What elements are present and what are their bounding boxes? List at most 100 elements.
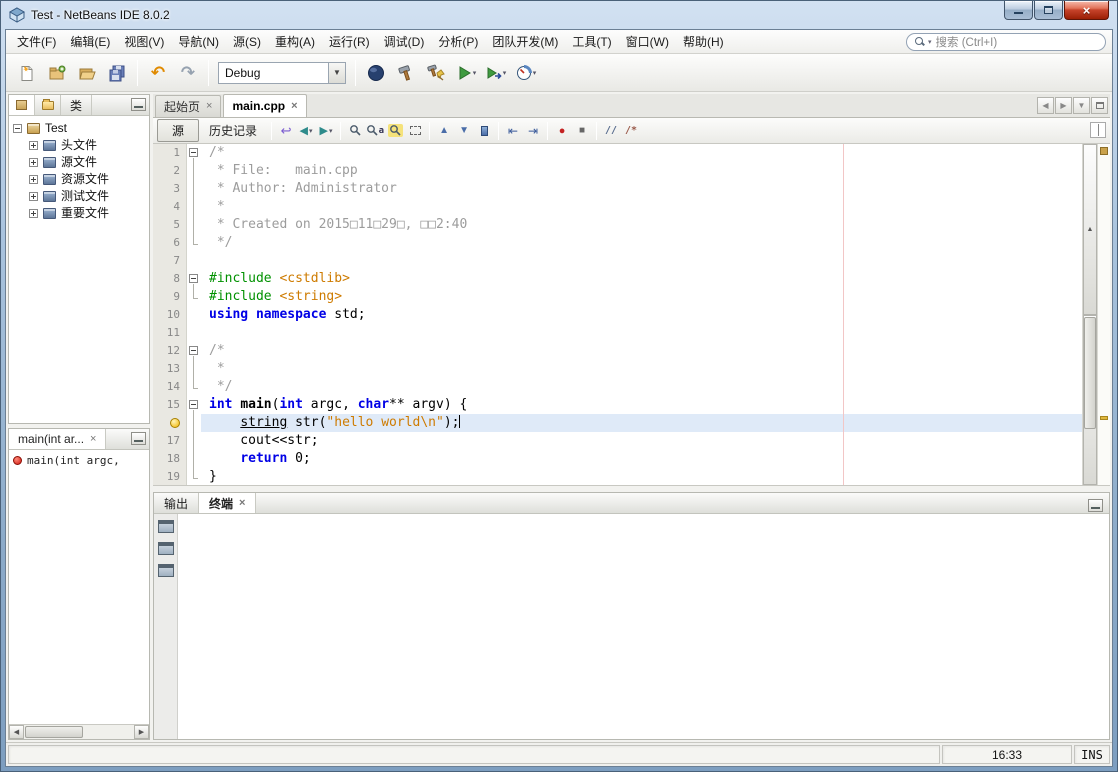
minimize-panel-button[interactable]: [131, 432, 146, 445]
tree-item[interactable]: 资源文件: [11, 171, 149, 188]
tree-item[interactable]: 测试文件: [11, 188, 149, 205]
chevron-down-icon[interactable]: ▾: [473, 69, 477, 77]
debug-project-button[interactable]: ▾: [482, 59, 510, 87]
split-editor-button[interactable]: [1090, 122, 1106, 138]
menu-item[interactable]: 窗口(W): [619, 30, 676, 53]
code-line[interactable]: 5 * Created on 2015□11□29□, □□2:40: [153, 216, 1082, 234]
shift-right-icon[interactable]: ⇥: [523, 121, 543, 141]
navigator-hscrollbar[interactable]: ◀ ▶: [9, 724, 149, 739]
clean-build-button[interactable]: [422, 59, 450, 87]
code-line[interactable]: 13 *: [153, 360, 1082, 378]
window-titlebar[interactable]: Test - NetBeans IDE 8.0.2 ×: [1, 1, 1117, 29]
close-icon[interactable]: ×: [90, 434, 96, 445]
remote-terminal-icon[interactable]: [158, 542, 174, 555]
code-line[interactable]: 2 * File: main.cpp: [153, 162, 1082, 180]
menu-item[interactable]: 视图(V): [117, 30, 171, 53]
close-icon[interactable]: ×: [291, 101, 297, 112]
code-text[interactable]: using namespace std;: [201, 306, 1082, 324]
tab-terminal[interactable]: 终端 ×: [199, 493, 256, 513]
configuration-combobox[interactable]: Debug ▼: [218, 62, 346, 84]
menu-item[interactable]: 工具(T): [565, 30, 618, 53]
code-text[interactable]: [201, 324, 1082, 342]
code-line[interactable]: 3 * Author: Administrator: [153, 180, 1082, 198]
code-line[interactable]: string str("hello world\n");: [153, 414, 1082, 432]
run-project-button[interactable]: ▾: [452, 59, 480, 87]
maximize-button[interactable]: [1034, 1, 1063, 20]
scroll-tabs-right-button[interactable]: ▶: [1055, 97, 1072, 114]
build-project-button[interactable]: [392, 59, 420, 87]
code-text[interactable]: */: [201, 234, 1082, 252]
terminal-settings-icon[interactable]: [158, 564, 174, 577]
menu-item[interactable]: 编辑(E): [63, 30, 117, 53]
shift-left-icon[interactable]: ⇤: [503, 121, 523, 141]
menu-item[interactable]: 分析(P): [431, 30, 485, 53]
menu-item[interactable]: 运行(R): [322, 30, 377, 53]
fold-collapse-icon[interactable]: [189, 274, 198, 283]
tab-output[interactable]: 输出: [154, 493, 199, 513]
fold-collapse-icon[interactable]: [189, 346, 198, 355]
code-text[interactable]: * Created on 2015□11□29□, □□2:40: [201, 216, 1082, 234]
code-text[interactable]: /*: [201, 144, 1082, 162]
menu-item[interactable]: 源(S): [226, 30, 268, 53]
maximize-editor-button[interactable]: [1091, 97, 1108, 114]
code-text[interactable]: /*: [201, 342, 1082, 360]
uncomment-icon[interactable]: /*: [621, 121, 641, 141]
rect-selection-icon[interactable]: [405, 121, 425, 141]
code-line[interactable]: 4 *: [153, 198, 1082, 216]
forward-icon[interactable]: ▶▾: [316, 121, 336, 141]
chevron-down-icon[interactable]: ▼: [328, 63, 345, 83]
open-project-button[interactable]: [73, 59, 101, 87]
services-button[interactable]: [362, 59, 390, 87]
code-line[interactable]: 1/*: [153, 144, 1082, 162]
tab-projects[interactable]: [9, 95, 35, 115]
expand-handle[interactable]: [29, 175, 38, 184]
tab-files[interactable]: [35, 95, 61, 115]
fold-collapse-icon[interactable]: [189, 148, 198, 157]
record-macro-icon[interactable]: ●: [552, 121, 572, 141]
stop-macro-icon[interactable]: ■: [572, 121, 592, 141]
fold-column[interactable]: [187, 342, 201, 360]
minimize-button[interactable]: [1004, 1, 1033, 20]
minimize-panel-button[interactable]: [1088, 499, 1103, 512]
quick-search-input[interactable]: ▾ 搜索 (Ctrl+I): [906, 33, 1106, 51]
code-text[interactable]: */: [201, 378, 1082, 396]
scroll-up-icon[interactable]: ▲: [1083, 144, 1097, 315]
menu-item[interactable]: 帮助(H): [676, 30, 731, 53]
find-selection-icon[interactable]: a: [365, 121, 385, 141]
code-line[interactable]: 18 return 0;: [153, 450, 1082, 468]
next-bookmark-icon[interactable]: ▼: [454, 121, 474, 141]
new-file-button[interactable]: [13, 59, 41, 87]
code-line[interactable]: 9#include <string>: [153, 288, 1082, 306]
code-line[interactable]: 17 cout<<str;: [153, 432, 1082, 450]
close-icon[interactable]: ×: [206, 101, 212, 112]
scroll-tabs-left-button[interactable]: ◀: [1037, 97, 1054, 114]
code-line[interactable]: 7: [153, 252, 1082, 270]
code-line[interactable]: 15int main(int argc, char** argv) {: [153, 396, 1082, 414]
editor-vscrollbar[interactable]: ▲ ▼: [1082, 144, 1097, 485]
code-text[interactable]: *: [201, 360, 1082, 378]
navigator-item[interactable]: main(int argc,: [9, 450, 149, 468]
chevron-down-icon[interactable]: ▾: [503, 69, 507, 77]
tree-item[interactable]: 重要文件: [11, 205, 149, 222]
code-text[interactable]: cout<<str;: [201, 432, 1082, 450]
terminal-output-area[interactable]: [178, 514, 1109, 739]
code-line[interactable]: 14 */: [153, 378, 1082, 396]
code-text[interactable]: int main(int argc, char** argv) {: [201, 396, 1082, 414]
menu-item[interactable]: 重构(A): [268, 30, 322, 53]
tab-classes[interactable]: 类: [61, 95, 92, 115]
code-text[interactable]: #include <cstdlib>: [201, 270, 1082, 288]
toggle-highlight-icon[interactable]: [385, 121, 405, 141]
code-text[interactable]: string str("hello world\n");: [201, 414, 1082, 432]
code-area[interactable]: 1/*2 * File: main.cpp3 * Author: Adminis…: [153, 144, 1082, 485]
expand-handle[interactable]: [29, 158, 38, 167]
tree-item[interactable]: 源文件: [11, 154, 149, 171]
scroll-right-icon[interactable]: ▶: [134, 725, 149, 739]
tab-list-dropdown-button[interactable]: ▼: [1073, 97, 1090, 114]
redo-button[interactable]: ↷: [174, 59, 202, 87]
prev-bookmark-icon[interactable]: ▲: [434, 121, 454, 141]
profile-project-button[interactable]: ▾: [512, 59, 540, 87]
tab-navigator[interactable]: main(int ar... ×: [9, 429, 106, 449]
tree-root[interactable]: Test: [11, 120, 149, 137]
expand-handle[interactable]: [29, 192, 38, 201]
expand-handle[interactable]: [29, 209, 38, 218]
